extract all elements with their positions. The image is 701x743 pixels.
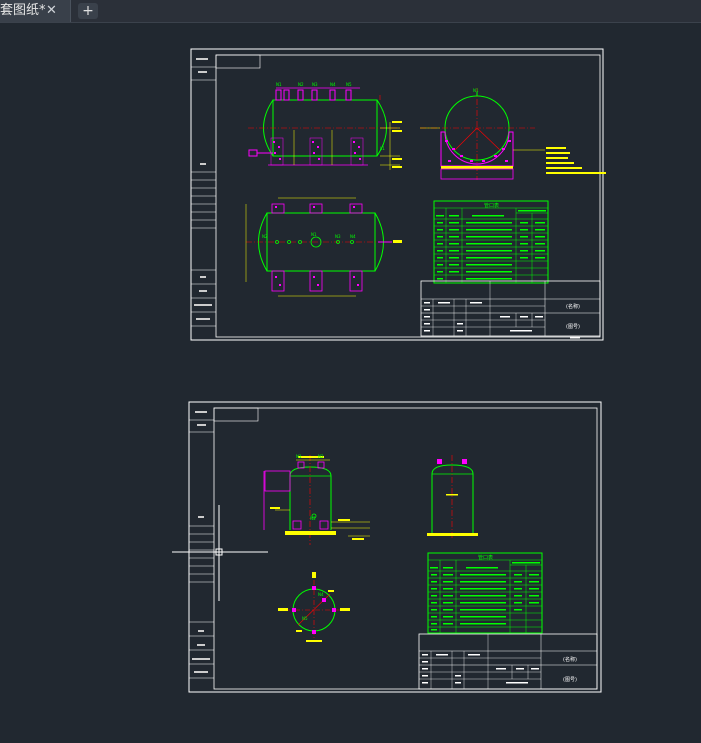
nozzle-label: N3 (310, 516, 316, 521)
nozzle-label: N4 (350, 234, 356, 239)
title-block-name: (名称) (566, 303, 580, 310)
crosshair-cursor-icon (172, 505, 268, 601)
nozzle-label: N2 (262, 234, 268, 239)
document-tab[interactable]: 套图纸* ✕ (0, 0, 71, 22)
horizontal-tank-side-view: N1 (420, 88, 606, 180)
horizontal-tank-top-view: N2 N1 N3 N4 (245, 197, 402, 297)
nozzle-label: N4 (318, 592, 324, 597)
nozzle-label: N1 (296, 454, 302, 459)
nozzle-label: N1 (311, 232, 317, 237)
plus-icon[interactable]: + (78, 3, 98, 19)
title-block-number: (图号) (566, 324, 580, 330)
nozzle-label: N1 (473, 88, 479, 93)
drawing-canvas[interactable]: N1 N2 N3 N4 N5 L1 N1 N2 N1 N3 N4 管口表 (名称… (0, 22, 701, 743)
nozzle-label: N1 (276, 82, 282, 87)
nozzle-schedule-table-2: 管口表 (427, 552, 543, 634)
drawing-sheet-1: N1 N2 N3 N4 N5 L1 N1 N2 N1 N3 N4 管口表 (名称… (190, 48, 606, 341)
nozzle-label: N3 (312, 82, 318, 87)
close-icon[interactable]: ✕ (46, 0, 57, 22)
horizontal-tank-front-view: N1 N2 N3 N4 N5 L1 (248, 82, 402, 170)
document-tab-title: 套图纸* (0, 3, 46, 18)
table-title: 管口表 (484, 202, 499, 209)
nozzle-label: L1 (380, 146, 385, 151)
nozzle-label: N5 (346, 82, 352, 87)
vertical-tank-plan-view: N4 N5 (278, 572, 350, 642)
nozzle-label: N5 (302, 616, 308, 621)
title-block-name: (名称) (563, 656, 577, 663)
document-tab-bar: 套图纸* ✕ + (0, 0, 701, 23)
nozzle-label: N2 (298, 82, 304, 87)
drawing-sheet-2: N1 N2 N3 N4 N5 管口表 (名称) (图号) (188, 401, 602, 693)
nozzle-schedule-table-1: 管口表 (433, 200, 549, 284)
nozzle-label: N4 (330, 82, 336, 87)
table-title: 管口表 (478, 554, 493, 561)
vertical-tank-front-view: N1 N2 N3 (263, 454, 370, 545)
nozzle-label: N2 (318, 454, 324, 459)
title-block-number: (图号) (563, 677, 577, 683)
vertical-tank-side-view (427, 455, 478, 540)
nozzle-label: N3 (335, 234, 341, 239)
